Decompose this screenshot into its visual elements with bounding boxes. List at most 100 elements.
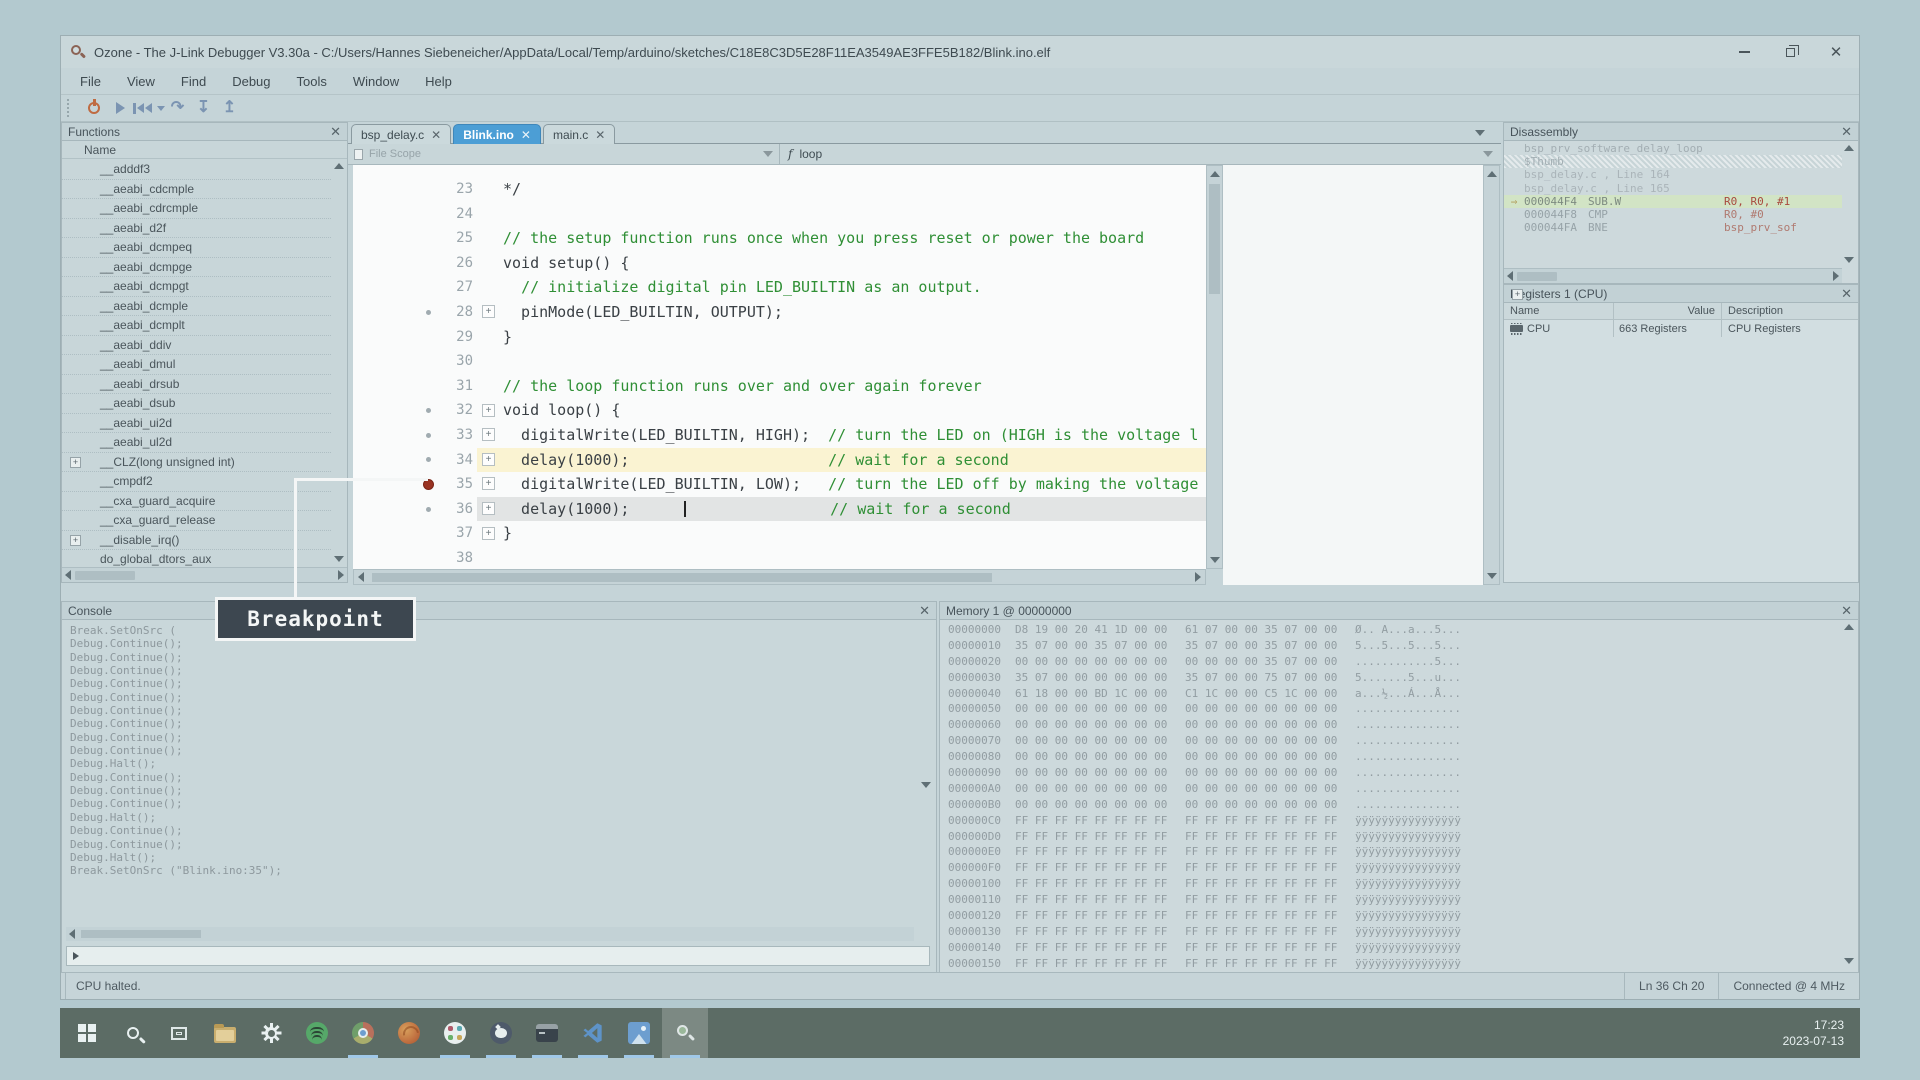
- memory-row[interactable]: 000000B000 00 00 00 00 00 00 0000 00 00 …: [948, 797, 1840, 813]
- console-hscrollbar[interactable]: [66, 927, 914, 941]
- expand-icon[interactable]: +: [1512, 289, 1523, 300]
- menu-item-find[interactable]: Find: [168, 68, 219, 94]
- code-line[interactable]: 31// the loop function runs over and ove…: [353, 374, 1206, 399]
- functions-list-item[interactable]: __aeabi_dcmpge: [62, 258, 331, 278]
- code-line[interactable]: 37+}: [353, 521, 1206, 546]
- scroll-up-icon[interactable]: [1210, 171, 1220, 177]
- line-number[interactable]: 23: [441, 177, 477, 202]
- code-line[interactable]: 30: [353, 349, 1206, 374]
- taskbar-item-task-view[interactable]: [156, 1008, 202, 1058]
- functions-list-item[interactable]: do_global_dtors_aux: [62, 550, 331, 566]
- tab-close-icon[interactable]: ✕: [521, 128, 531, 142]
- fold-expand-icon[interactable]: +: [482, 502, 495, 515]
- code-line[interactable]: 28+ pinMode(LED_BUILTIN, OUTPUT);: [353, 300, 1206, 325]
- taskbar-clock[interactable]: 17:23 2023-07-13: [1783, 1008, 1860, 1058]
- expand-icon[interactable]: +: [70, 457, 81, 468]
- line-number[interactable]: 26: [441, 251, 477, 276]
- scroll-right-icon[interactable]: [1195, 572, 1201, 582]
- disassembly-thumb-row[interactable]: $Thumb: [1504, 155, 1842, 168]
- statement-dot-icon[interactable]: [426, 408, 431, 413]
- memory-row[interactable]: 00000130FF FF FF FF FF FF FF FFFF FF FF …: [948, 924, 1840, 940]
- memory-row[interactable]: 00000120FF FF FF FF FF FF FF FFFF FF FF …: [948, 908, 1840, 924]
- scroll-up-icon[interactable]: [1487, 171, 1497, 177]
- fold-expand-icon[interactable]: +: [482, 527, 495, 540]
- taskbar-item-firefox[interactable]: [386, 1008, 432, 1058]
- resume-button[interactable]: [107, 96, 133, 120]
- line-number[interactable]: 35: [441, 472, 477, 497]
- memory-row[interactable]: 00000100FF FF FF FF FF FF FF FFFF FF FF …: [948, 876, 1840, 892]
- functions-list-item[interactable]: +__disable_irq(): [62, 531, 331, 551]
- taskbar-item-photos[interactable]: [616, 1008, 662, 1058]
- editor-hscrollbar[interactable]: [353, 569, 1206, 585]
- taskbar-item-vscode[interactable]: [570, 1008, 616, 1058]
- scroll-right-icon[interactable]: [1833, 271, 1839, 281]
- functions-list-item[interactable]: __aeabi_ui2d: [62, 414, 331, 434]
- functions-list-item[interactable]: __aeabi_dmul: [62, 355, 331, 375]
- scroll-left-icon[interactable]: [69, 929, 75, 939]
- functions-list-item[interactable]: __cmpdf2: [62, 472, 331, 492]
- memory-row[interactable]: 00000150FF FF FF FF FF FF FF FFFF FF FF …: [948, 956, 1840, 972]
- reset-button[interactable]: [133, 96, 165, 120]
- functions-list-item[interactable]: __aeabi_drsub: [62, 375, 331, 395]
- memory-row[interactable]: 0000003035 07 00 00 00 00 00 0035 07 00 …: [948, 670, 1840, 686]
- close-button[interactable]: ✕: [1813, 36, 1859, 68]
- gutter-marker-column[interactable]: [353, 374, 441, 399]
- code-line[interactable]: 26void setup() {: [353, 251, 1206, 276]
- line-number[interactable]: 24: [441, 202, 477, 227]
- chevron-down-icon[interactable]: [763, 151, 773, 157]
- memory-row[interactable]: 000000D0FF FF FF FF FF FF FF FFFF FF FF …: [948, 829, 1840, 845]
- line-number[interactable]: 33: [441, 423, 477, 448]
- editor-tab-main-c[interactable]: main.c✕: [543, 124, 615, 144]
- tab-close-icon[interactable]: ✕: [431, 128, 441, 142]
- line-number[interactable]: 30: [441, 349, 477, 374]
- gutter-marker-column[interactable]: [353, 472, 441, 497]
- chevron-down-icon[interactable]: [1483, 151, 1493, 157]
- taskbar-item-settings[interactable]: [248, 1008, 294, 1058]
- memory-row[interactable]: 000000A000 00 00 00 00 00 00 0000 00 00 …: [948, 781, 1840, 797]
- tab-list-dropdown-icon[interactable]: [1475, 130, 1485, 136]
- line-number[interactable]: 31: [441, 374, 477, 399]
- gutter-marker-column[interactable]: [353, 521, 441, 546]
- registers-close-button[interactable]: ✕: [1841, 287, 1852, 300]
- functions-scroll-down-icon[interactable]: [334, 556, 344, 562]
- power-button[interactable]: [81, 96, 107, 120]
- functions-list-item[interactable]: __aeabi_ul2d: [62, 433, 331, 453]
- memory-scroll-up-icon[interactable]: [1844, 624, 1854, 630]
- disassembly-hscrollbar[interactable]: [1504, 268, 1842, 283]
- functions-list-item[interactable]: __adddf3: [62, 160, 331, 180]
- functions-close-button[interactable]: ✕: [330, 125, 341, 138]
- functions-list-item[interactable]: __aeabi_dcmple: [62, 297, 331, 317]
- registers-col-name[interactable]: Name: [1504, 303, 1614, 319]
- functions-list-item[interactable]: __aeabi_dcmpeq: [62, 238, 331, 258]
- console-command-input[interactable]: [66, 946, 930, 966]
- scroll-down-icon[interactable]: [1210, 557, 1220, 563]
- menu-item-file[interactable]: File: [67, 68, 114, 94]
- taskbar-item-start[interactable]: [64, 1008, 110, 1058]
- disassembly-close-button[interactable]: ✕: [1841, 125, 1852, 138]
- scrollbar-thumb[interactable]: [372, 573, 992, 582]
- code-line[interactable]: 34+ delay(1000); // wait for a second: [353, 448, 1206, 473]
- memory-row[interactable]: 0000005000 00 00 00 00 00 00 0000 00 00 …: [948, 701, 1840, 717]
- code-line[interactable]: 23*/: [353, 177, 1206, 202]
- step-out-button[interactable]: ↥: [217, 96, 243, 120]
- taskbar-item-ozone[interactable]: [662, 1008, 708, 1058]
- gutter-marker-column[interactable]: [353, 251, 441, 276]
- memory-row[interactable]: 000000C0FF FF FF FF FF FF FF FFFF FF FF …: [948, 813, 1840, 829]
- scrollbar-thumb[interactable]: [81, 930, 201, 938]
- line-number[interactable]: 37: [441, 521, 477, 546]
- taskbar-item-chrome[interactable]: [340, 1008, 386, 1058]
- statement-dot-icon[interactable]: [426, 507, 431, 512]
- code-line[interactable]: 38: [353, 546, 1206, 569]
- fold-expand-icon[interactable]: +: [482, 477, 495, 490]
- scroll-right-icon[interactable]: [338, 570, 344, 580]
- gutter-marker-column[interactable]: [353, 423, 441, 448]
- gutter-marker-column[interactable]: [353, 275, 441, 300]
- memory-row[interactable]: 0000001035 07 00 00 35 07 00 0035 07 00 …: [948, 638, 1840, 654]
- taskbar-item-spotify[interactable]: [294, 1008, 340, 1058]
- statement-dot-icon[interactable]: [426, 310, 431, 315]
- statement-dot-icon[interactable]: [426, 457, 431, 462]
- scroll-down-icon[interactable]: [1487, 573, 1497, 579]
- line-number[interactable]: 38: [441, 546, 477, 569]
- gutter-marker-column[interactable]: [353, 202, 441, 227]
- disassembly-src-row[interactable]: bsp_delay.c , Line 165: [1504, 182, 1842, 195]
